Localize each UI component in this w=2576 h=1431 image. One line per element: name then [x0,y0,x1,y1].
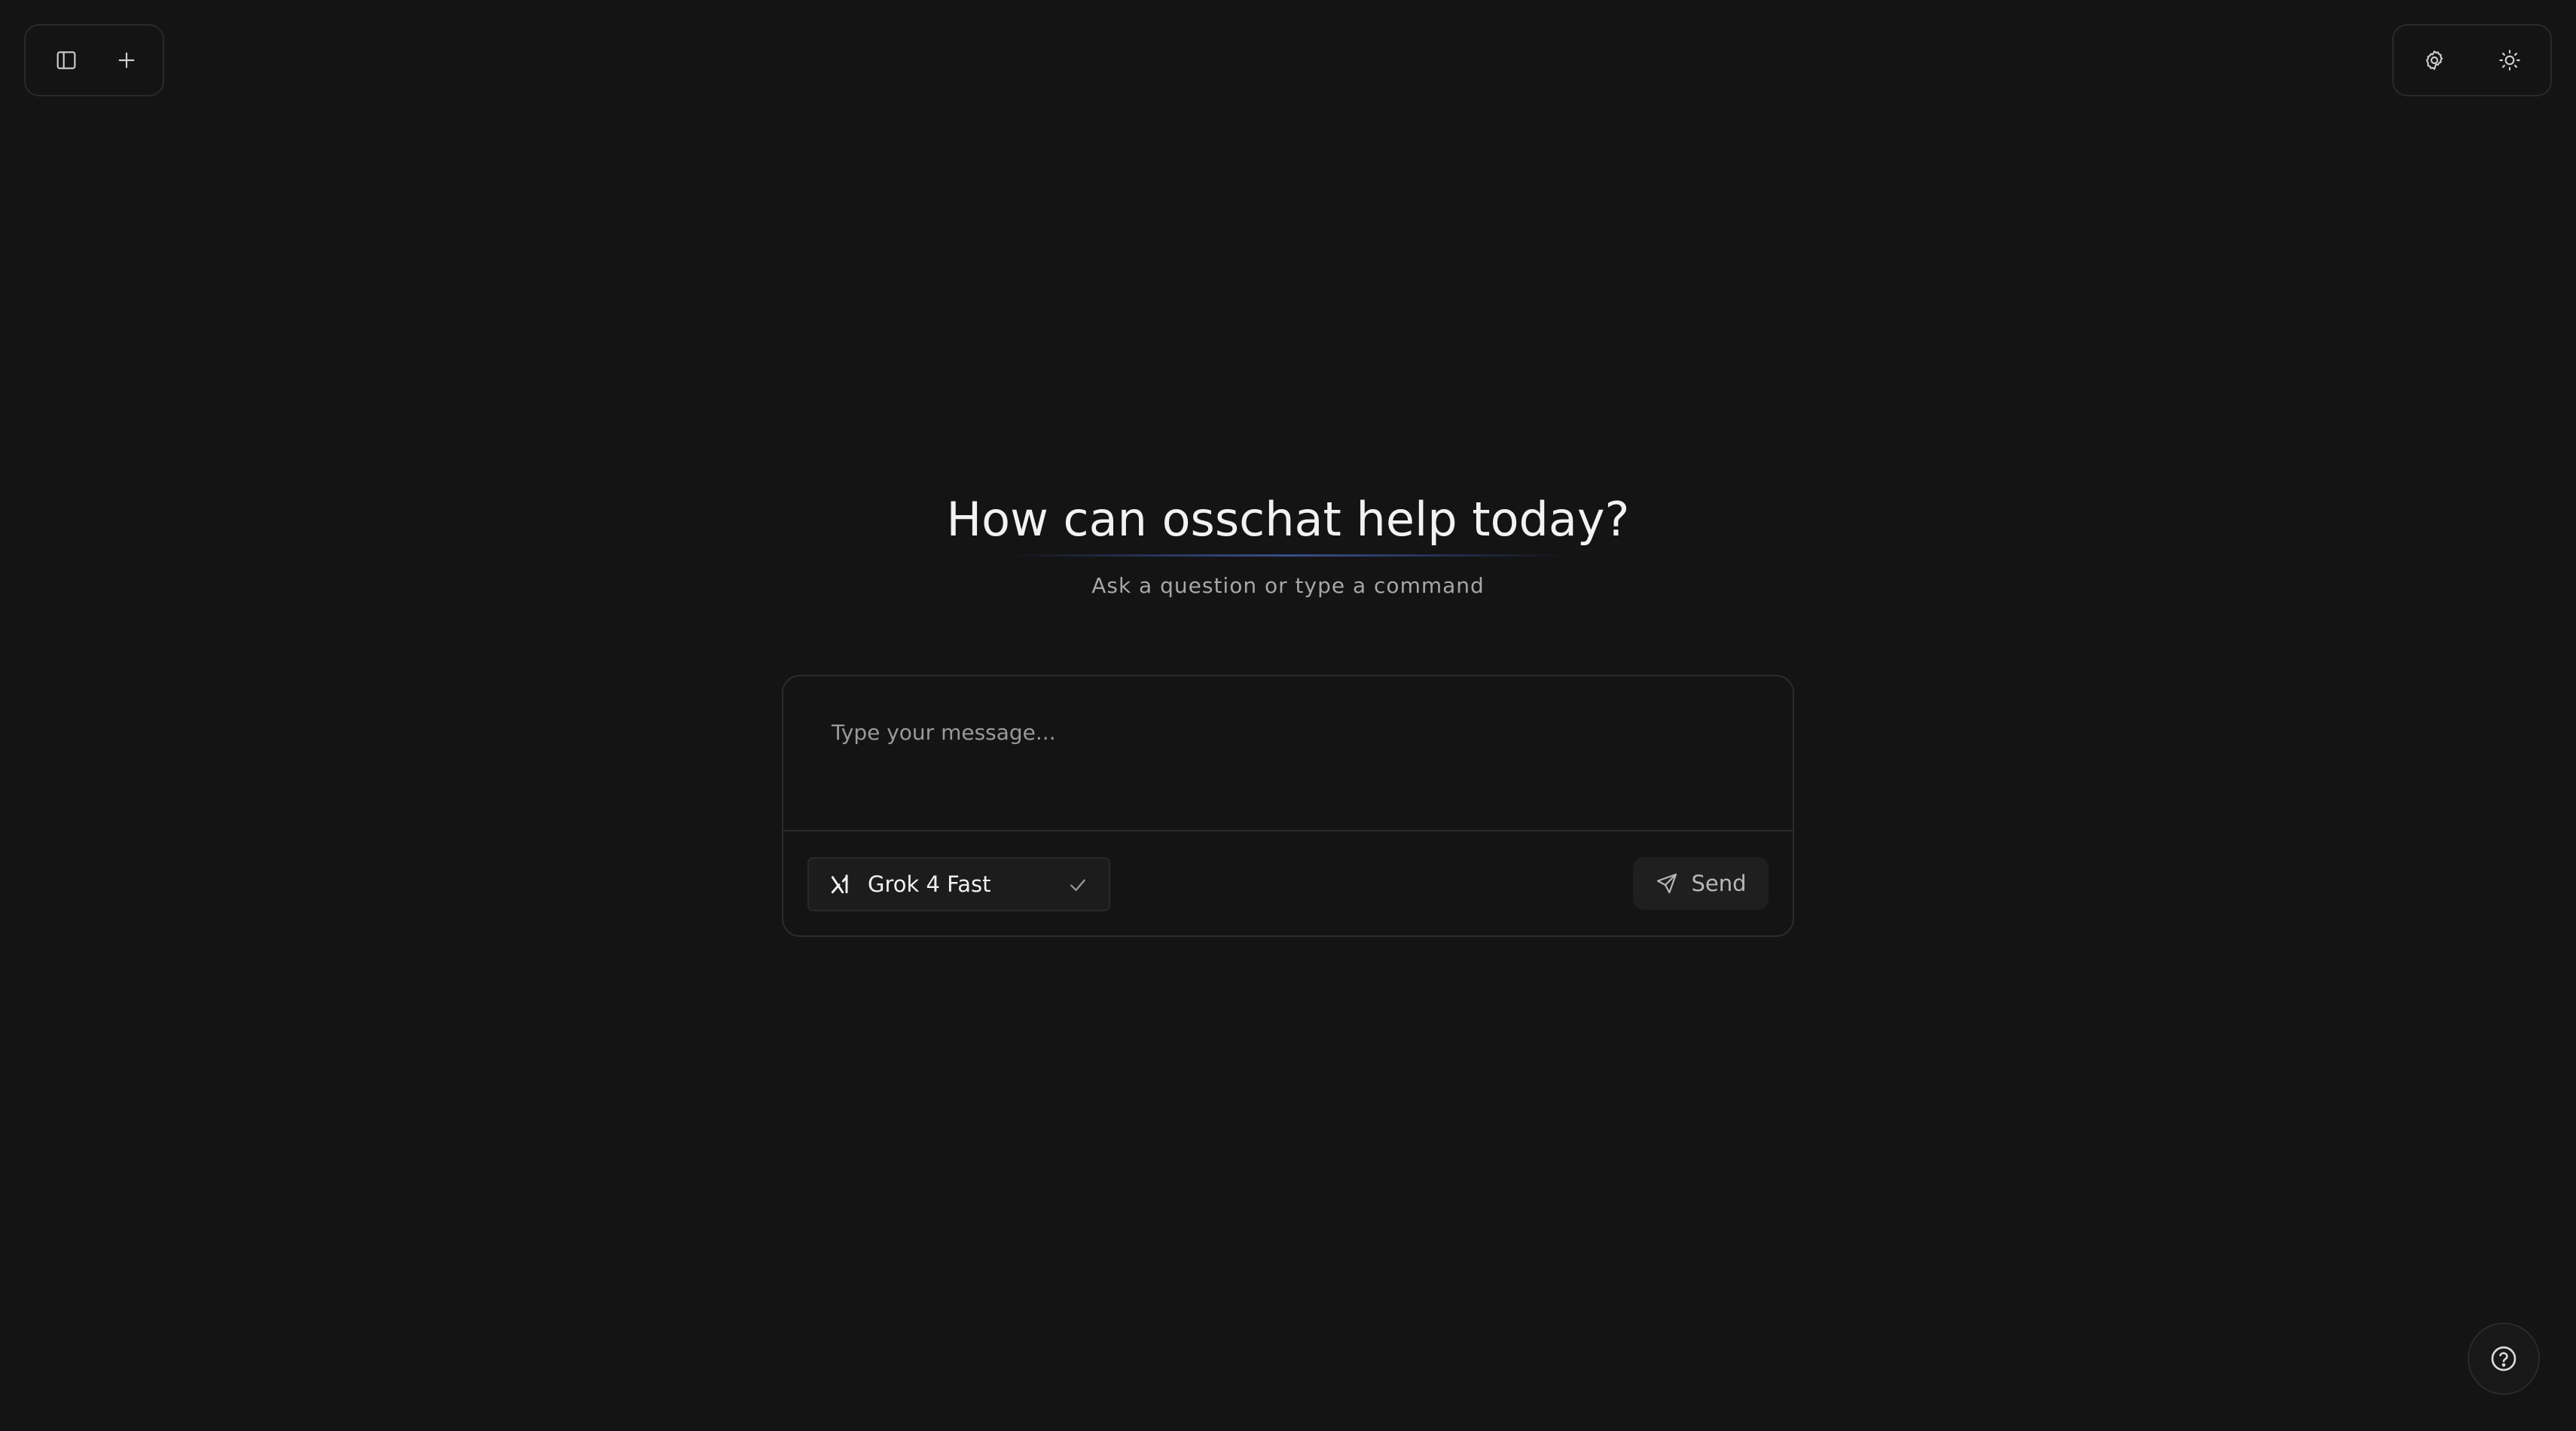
model-selector[interactable]: Grok 4 Fast [807,857,1110,911]
xai-logo-icon [831,874,848,894]
top-right-toolbar [2392,24,2552,96]
page-title: How can osschat help today? [946,492,1630,547]
title-underline [1009,554,1567,557]
hero-section: How can osschat help today? Ask a questi… [0,488,2576,598]
message-composer: Grok 4 Fast Send [782,675,1794,937]
question-circle-icon [2491,1346,2516,1372]
gear-icon [2425,50,2443,70]
message-input[interactable] [783,676,1793,831]
help-button[interactable] [2468,1323,2540,1395]
top-left-toolbar [24,24,164,96]
sidebar-panel-icon [56,51,76,69]
send-button[interactable]: Send [1633,857,1769,910]
app-page: How can osschat help today? Ask a questi… [0,0,2576,1431]
theme-toggle-button[interactable] [2493,44,2526,77]
toggle-sidebar-button[interactable] [50,44,83,77]
settings-button[interactable] [2418,44,2451,77]
plus-icon [118,52,135,69]
new-chat-button[interactable] [110,44,143,77]
page-subtitle: Ask a question or type a command [1091,573,1485,598]
send-label: Send [1691,871,1747,896]
model-name: Grok 4 Fast [868,871,991,897]
check-icon [1070,879,1085,891]
send-icon [1657,873,1677,894]
sun-icon [2499,50,2520,71]
